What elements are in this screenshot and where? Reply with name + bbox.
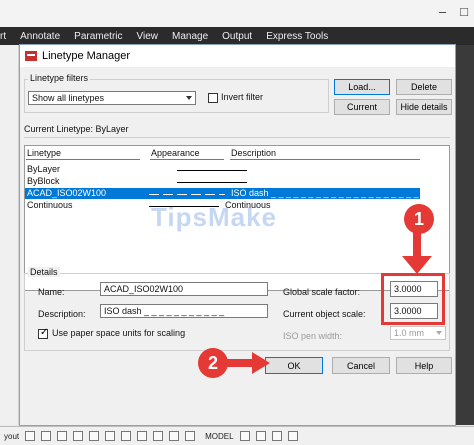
header-underline — [230, 159, 420, 160]
transparency-icon[interactable] — [137, 431, 148, 441]
description-field[interactable]: ISO dash _ _ _ _ _ _ _ _ _ _ _ — [100, 304, 268, 318]
checkmark-icon: ✓ — [40, 327, 49, 338]
paper-space-checkbox[interactable]: ✓ — [38, 327, 49, 339]
linetype-name: Continuous — [27, 200, 73, 210]
linetype-name: ByLayer — [27, 164, 61, 174]
model-label[interactable]: MODEL — [205, 432, 233, 441]
osnap-icon[interactable] — [89, 431, 100, 441]
help-button[interactable]: Help — [396, 357, 452, 374]
delete-button[interactable]: Delete — [396, 79, 452, 95]
name-field[interactable]: ACAD_ISO02W100 — [100, 282, 268, 296]
description-label: Description: — [38, 309, 86, 319]
invert-filter-checkbox[interactable] — [208, 93, 218, 103]
ok-button[interactable]: OK — [265, 357, 323, 374]
app-titlebar: – □ — [0, 0, 474, 27]
appearance-solid-line — [177, 170, 247, 171]
cancel-button[interactable]: Cancel — [332, 357, 390, 374]
tab-insert[interactable]: rt — [0, 31, 6, 42]
grid-icon[interactable] — [25, 431, 36, 441]
status-bar: yout MODEL — [0, 426, 474, 445]
selection-cycling-icon[interactable] — [153, 431, 164, 441]
header-appearance[interactable]: Appearance — [151, 148, 200, 158]
polar-icon[interactable] — [73, 431, 84, 441]
linetype-name: ACAD_ISO02W100 — [27, 188, 107, 198]
name-label: Name: — [38, 287, 65, 297]
dialog-titlebar: Linetype Manager — [20, 45, 455, 67]
divider — [24, 137, 450, 138]
linetype-list[interactable]: Linetype Appearance Description ByLayer … — [24, 145, 450, 291]
linetype-filters-label: Linetype filters — [28, 73, 91, 83]
table-row[interactable]: ByBlock — [25, 176, 420, 187]
ortho-icon[interactable] — [57, 431, 68, 441]
step-badge-2: 2 — [198, 348, 228, 378]
paper-space-label: Use paper space units for scaling — [52, 328, 186, 338]
dialog-title: Linetype Manager — [42, 50, 131, 62]
left-panel — [0, 45, 19, 425]
header-linetype[interactable]: Linetype — [27, 148, 61, 158]
linetype-filter-value: Show all linetypes — [32, 93, 105, 103]
hide-details-button[interactable]: Hide details — [396, 99, 452, 115]
load-button[interactable]: Load... — [334, 79, 390, 95]
workspace-icon[interactable] — [185, 431, 196, 441]
layout-tab[interactable]: yout — [4, 432, 19, 441]
otrack-icon[interactable] — [105, 431, 116, 441]
drawing-area-edge — [456, 45, 474, 425]
maximize-icon[interactable]: □ — [460, 4, 468, 19]
iso-pen-label: ISO pen width: — [283, 331, 343, 341]
fullscreen-icon[interactable] — [271, 431, 282, 441]
chevron-down-icon — [436, 331, 442, 335]
minimize-icon[interactable]: – — [439, 4, 446, 19]
snap-icon[interactable] — [41, 431, 52, 441]
table-row-selected[interactable]: ACAD_ISO02W100 ISO dash _ _ _ _ _ _ _ _ … — [25, 188, 434, 199]
appearance-solid-line — [177, 182, 247, 183]
header-underline — [26, 159, 140, 160]
appearance-dash-line — [149, 194, 225, 195]
details-label: Details — [28, 267, 60, 277]
current-scale-label: Current object scale: — [283, 309, 366, 319]
header-underline — [150, 159, 224, 160]
tab-manage[interactable]: Manage — [172, 31, 208, 42]
window-controls: – □ — [439, 4, 468, 19]
current-button[interactable]: Current — [334, 99, 390, 115]
watermark-logo: TipsMake — [151, 202, 278, 232]
highlight-box — [381, 273, 445, 325]
chevron-down-icon — [186, 96, 192, 100]
global-scale-label: Global scale factor: — [283, 287, 361, 297]
tab-output[interactable]: Output — [222, 31, 252, 42]
linetype-filter-select[interactable]: Show all linetypes — [28, 91, 196, 105]
tab-view[interactable]: View — [137, 31, 159, 42]
linetype-description: ISO dash _ _ _ _ _ _ _ _ _ _ _ _ _ _ _ _… — [231, 188, 434, 198]
tab-express-tools[interactable]: Express Tools — [266, 31, 328, 42]
iso-pen-value: 1.0 mm — [394, 328, 425, 338]
lineweight-icon[interactable] — [121, 431, 132, 441]
gear-icon[interactable] — [255, 431, 266, 441]
annotation-icon[interactable] — [169, 431, 180, 441]
invert-filter-label: Invert filter — [221, 92, 264, 102]
current-linetype-text: Current Linetype: ByLayer — [24, 124, 129, 134]
tab-annotate[interactable]: Annotate — [20, 31, 60, 42]
customize-icon[interactable] — [287, 431, 298, 441]
arrow-right-icon — [226, 352, 270, 374]
step-badge-1: 1 — [404, 204, 434, 234]
ribbon-tabs: rt Annotate Parametric View Manage Outpu… — [0, 27, 474, 45]
iso-pen-select: 1.0 mm — [390, 326, 446, 340]
isolate-icon[interactable] — [239, 431, 250, 441]
header-description[interactable]: Description — [231, 148, 276, 158]
tab-parametric[interactable]: Parametric — [74, 31, 122, 42]
arrow-down-icon — [402, 232, 432, 274]
linetype-name: ByBlock — [27, 176, 60, 186]
linetype-app-icon — [25, 51, 37, 61]
table-row[interactable]: ByLayer — [25, 164, 420, 175]
